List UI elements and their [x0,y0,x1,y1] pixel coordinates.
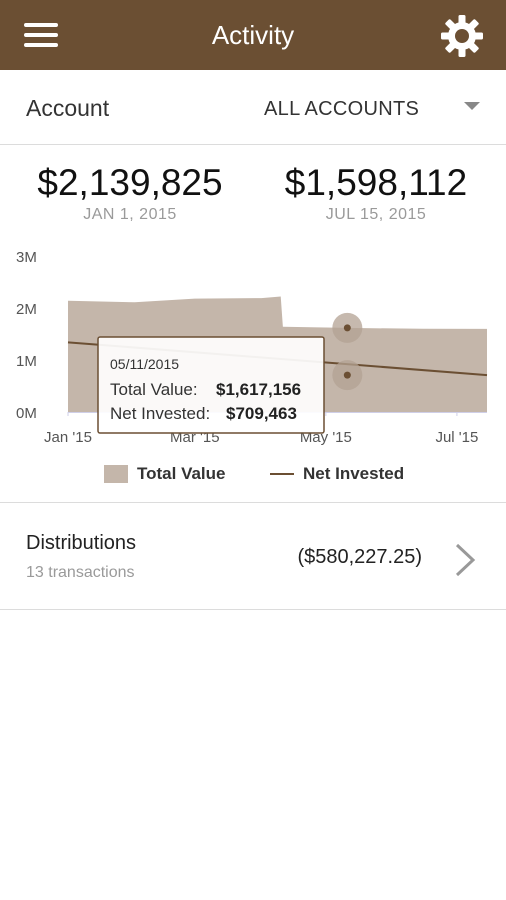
account-selected-value: ALL ACCOUNTS [264,98,420,120]
end-value: $1,598,112 [284,162,468,203]
distributions-title: Distributions [26,532,137,554]
divider [0,502,506,503]
page-title: Activity [211,20,295,50]
activity-chart[interactable]: 3M2M1M0MJan '15 Mar '15 May '15 Jul '1505/1… [0,240,506,455]
legend-total-label: Total Value [137,464,226,483]
total-value-hover-point [343,324,351,332]
end-value-block: $1,598,112 JUL 15, 2015 [256,160,496,224]
distributions-amount: ($580,227.25) [297,546,422,568]
y-tick-label: 2M [16,301,37,318]
legend-invested-swatch [270,473,294,475]
tooltip-date: 05/11/2015 [110,356,179,372]
value-summary: $2,139,825 JAN 1, 2015 $1,598,112 JUL 15… [0,160,506,230]
net-invested-hover-point [343,371,351,379]
gear-icon[interactable] [440,14,484,58]
divider [0,609,506,610]
app-bar: Activity [0,0,506,70]
y-tick-label: 3M [16,249,37,266]
legend-total-swatch [104,465,128,483]
account-label: Account [26,95,110,121]
tooltip-total-value: $1,617,156 [216,380,301,399]
tooltip-invested-label: Net Invested: [110,404,210,423]
chevron-right-icon [455,543,476,577]
distributions-row[interactable]: Distributions 13 transactions ($580,227.… [0,504,506,608]
y-tick-label: 0M [16,405,37,422]
tooltip-total-label: Total Value: [110,380,198,399]
end-date: JUL 15, 2015 [325,206,427,223]
account-dropdown[interactable]: ALL ACCOUNTS [250,72,490,144]
tooltip-invested-value: $709,463 [226,404,297,423]
y-tick-label: 1M [16,353,37,370]
legend-invested-label: Net Invested [303,464,405,483]
distributions-count: 13 transactions [26,564,135,581]
account-row: Account ALL ACCOUNTS [0,72,506,145]
start-date: JAN 1, 2015 [83,206,177,223]
dropdown-caret-icon [464,102,480,110]
x-tick-label: Jan '15 [44,429,92,446]
x-tick-label: Jul '15 [435,429,478,446]
start-value-block: $2,139,825 JAN 1, 2015 [10,160,250,224]
chart-legend: Total Value Net Invested [0,462,506,488]
start-value: $2,139,825 [37,162,223,203]
